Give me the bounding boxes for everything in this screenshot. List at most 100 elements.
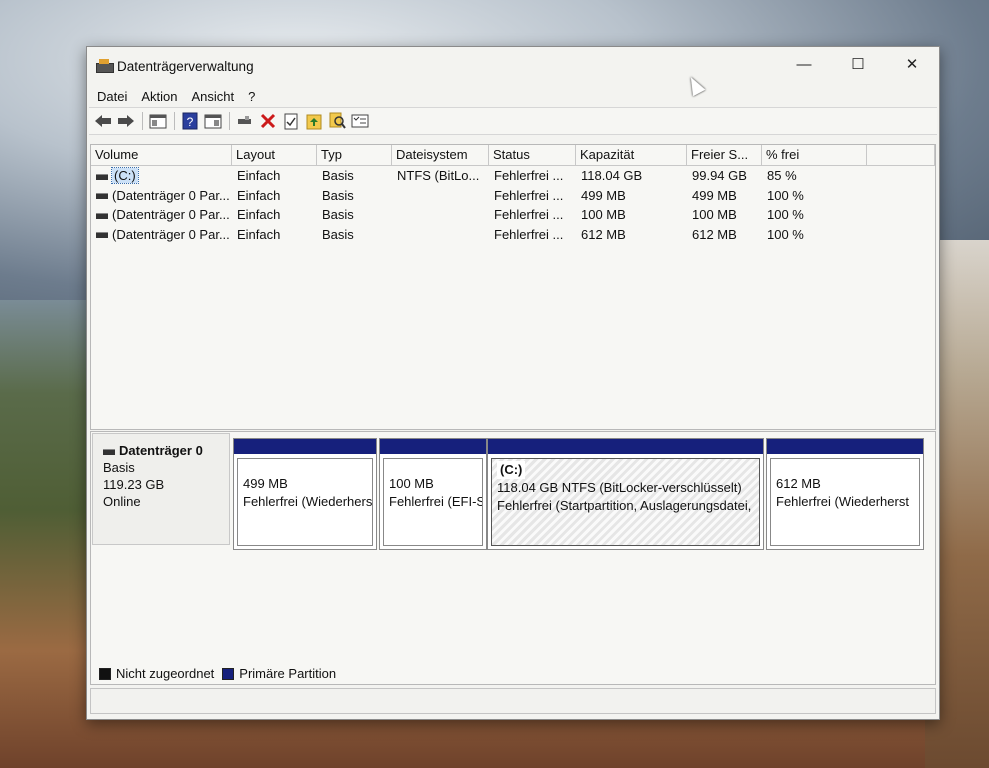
minimize-button[interactable]: — [777,47,831,81]
drive-icon [96,232,108,239]
partition-body: 612 MB Fehlerfrei (Wiederherst [770,458,920,546]
help-button[interactable]: ? [179,110,201,132]
column-dateisystem[interactable]: Dateisystem [392,145,489,165]
close-button[interactable]: ✕ [885,47,939,81]
partition-status: Fehlerfrei (Wiederherst [776,494,909,509]
column-typ[interactable]: Typ [317,145,392,165]
volume-row[interactable]: (C:) Einfach Basis NTFS (BitLo... Fehler… [91,166,935,186]
svg-text:?: ? [187,115,194,129]
volume-cell: (Datenträger 0 Par... [91,205,232,225]
partition-size: 118.04 GB NTFS (BitLocker-verschlüsselt) [497,480,742,495]
percent-free-cell: 100 % [767,207,804,222]
forward-arrow-icon [118,115,134,127]
column-status[interactable]: Status [489,145,576,165]
filesystem-cell [392,205,489,225]
legend-unallocated: Nicht zugeordnet [116,666,215,681]
properties-button[interactable] [280,110,302,132]
primary-partition-bar [488,439,763,454]
status-cell: Fehlerfrei ... [494,187,564,203]
connect-disk-button[interactable] [234,110,256,132]
close-icon: ✕ [905,55,919,73]
partition-efi[interactable]: 100 MB Fehlerfrei (EFI-S [379,438,487,550]
capacity-cell: 118.04 GB [581,168,643,183]
column-freier-speicher[interactable]: Freier S... [687,145,762,165]
folder-up-button[interactable] [303,110,325,132]
volume-row[interactable]: (Datenträger 0 Par... Einfach Basis Fehl… [91,186,935,206]
partition-size: 100 MB [389,476,434,491]
list-view-button[interactable] [349,110,371,132]
disk-name: Datenträger 0 [119,443,203,458]
drive-icon [96,212,108,219]
search-icon [329,112,346,129]
filesystem-cell: NTFS (BitLo... [397,168,480,183]
type-cell: Basis [322,168,354,183]
menu-bar: Datei Aktion Ansicht ? [87,85,939,107]
delete-button[interactable] [257,110,279,132]
column-volume[interactable]: Volume [91,145,232,165]
volume-row[interactable]: (Datenträger 0 Par... Einfach Basis Fehl… [91,225,935,245]
layout-cell: Einfach [237,187,281,203]
toolbar-separator [229,112,230,130]
column-filler [867,145,935,165]
menu-datei[interactable]: Datei [90,89,134,104]
partition-body: 499 MB Fehlerfrei (Wiederhers [237,458,373,546]
primary-partition-bar [380,439,486,454]
forward-button[interactable] [115,110,137,132]
drive-icon [96,173,108,180]
partition-c-drive[interactable]: (C:) 118.04 GB NTFS (BitLocker-verschlüs… [487,438,764,550]
back-button[interactable] [92,110,114,132]
volume-name: (Datenträger 0 Par... [112,207,230,222]
console-tree-button[interactable] [147,110,169,132]
partition-recovery-1[interactable]: 499 MB Fehlerfrei (Wiederhers [233,438,377,550]
disk-name-line: Datenträger 0 [103,442,229,459]
layout-cell: Einfach [237,207,281,222]
filesystem-cell [392,186,489,206]
partition-name: (C:) [497,461,526,479]
percent-free-cell: 100 % [767,226,804,242]
volume-cell: (C:) [91,166,232,186]
volume-cell: (Datenträger 0 Par... [91,225,232,245]
back-arrow-icon [95,115,111,127]
disk-size: 119.23 GB [103,477,165,492]
type-cell: Basis [322,226,354,242]
partition-legend: Nicht zugeordnet Primäre Partition [99,666,336,681]
partition-status: Fehlerfrei (Wiederhers [243,494,373,509]
free-space-cell: 99.94 GB [692,168,747,183]
help-icon: ? [182,112,198,130]
search-button[interactable] [326,110,348,132]
toolbar-separator [142,112,143,130]
console-tree-icon [149,114,167,128]
volume-row[interactable]: (Datenträger 0 Par... Einfach Basis Fehl… [91,205,935,225]
menu-aktion[interactable]: Aktion [134,89,184,104]
partition-status: Fehlerfrei (Startpartition, Auslagerungs… [497,498,752,513]
column-layout[interactable]: Layout [232,145,317,165]
primary-partition-swatch [222,667,235,680]
connect-disk-icon [238,116,251,124]
title-bar[interactable]: Datenträgerverwaltung — ☐ ✕ [87,47,939,85]
partition-status: Fehlerfrei (EFI-S [389,494,483,509]
partition-body: 100 MB Fehlerfrei (EFI-S [383,458,483,546]
maximize-button[interactable]: ☐ [831,47,885,81]
menu-ansicht[interactable]: Ansicht [185,89,242,104]
column-prozent-frei[interactable]: % frei [762,145,867,165]
free-space-cell: 612 MB [692,226,737,242]
menu-help[interactable]: ? [241,89,262,104]
column-kapazitaet[interactable]: Kapazität [576,145,687,165]
partition-recovery-2[interactable]: 612 MB Fehlerfrei (Wiederherst [766,438,924,550]
status-cell: Fehlerfrei ... [494,207,564,222]
disk-management-window: Datenträgerverwaltung — ☐ ✕ Datei Aktion… [86,46,940,720]
partition-size: 612 MB [776,476,821,491]
list-view-icon [351,114,369,128]
status-cell: Fehlerfrei ... [494,168,564,183]
maximize-icon: ☐ [851,55,865,73]
folder-up-icon [306,114,322,130]
layout-cell: Einfach [237,226,281,242]
action-pane-button[interactable] [202,110,224,132]
disk-type: Basis [103,460,135,475]
disk-info-panel[interactable]: Datenträger 0 Basis 119.23 GB Online [92,433,230,545]
unallocated-swatch [99,667,111,680]
disk-management-app-icon [96,59,114,73]
primary-partition-bar [234,439,376,454]
window-title: Datenträgerverwaltung [117,58,254,74]
partition-body: (C:) 118.04 GB NTFS (BitLocker-verschlüs… [491,458,760,546]
